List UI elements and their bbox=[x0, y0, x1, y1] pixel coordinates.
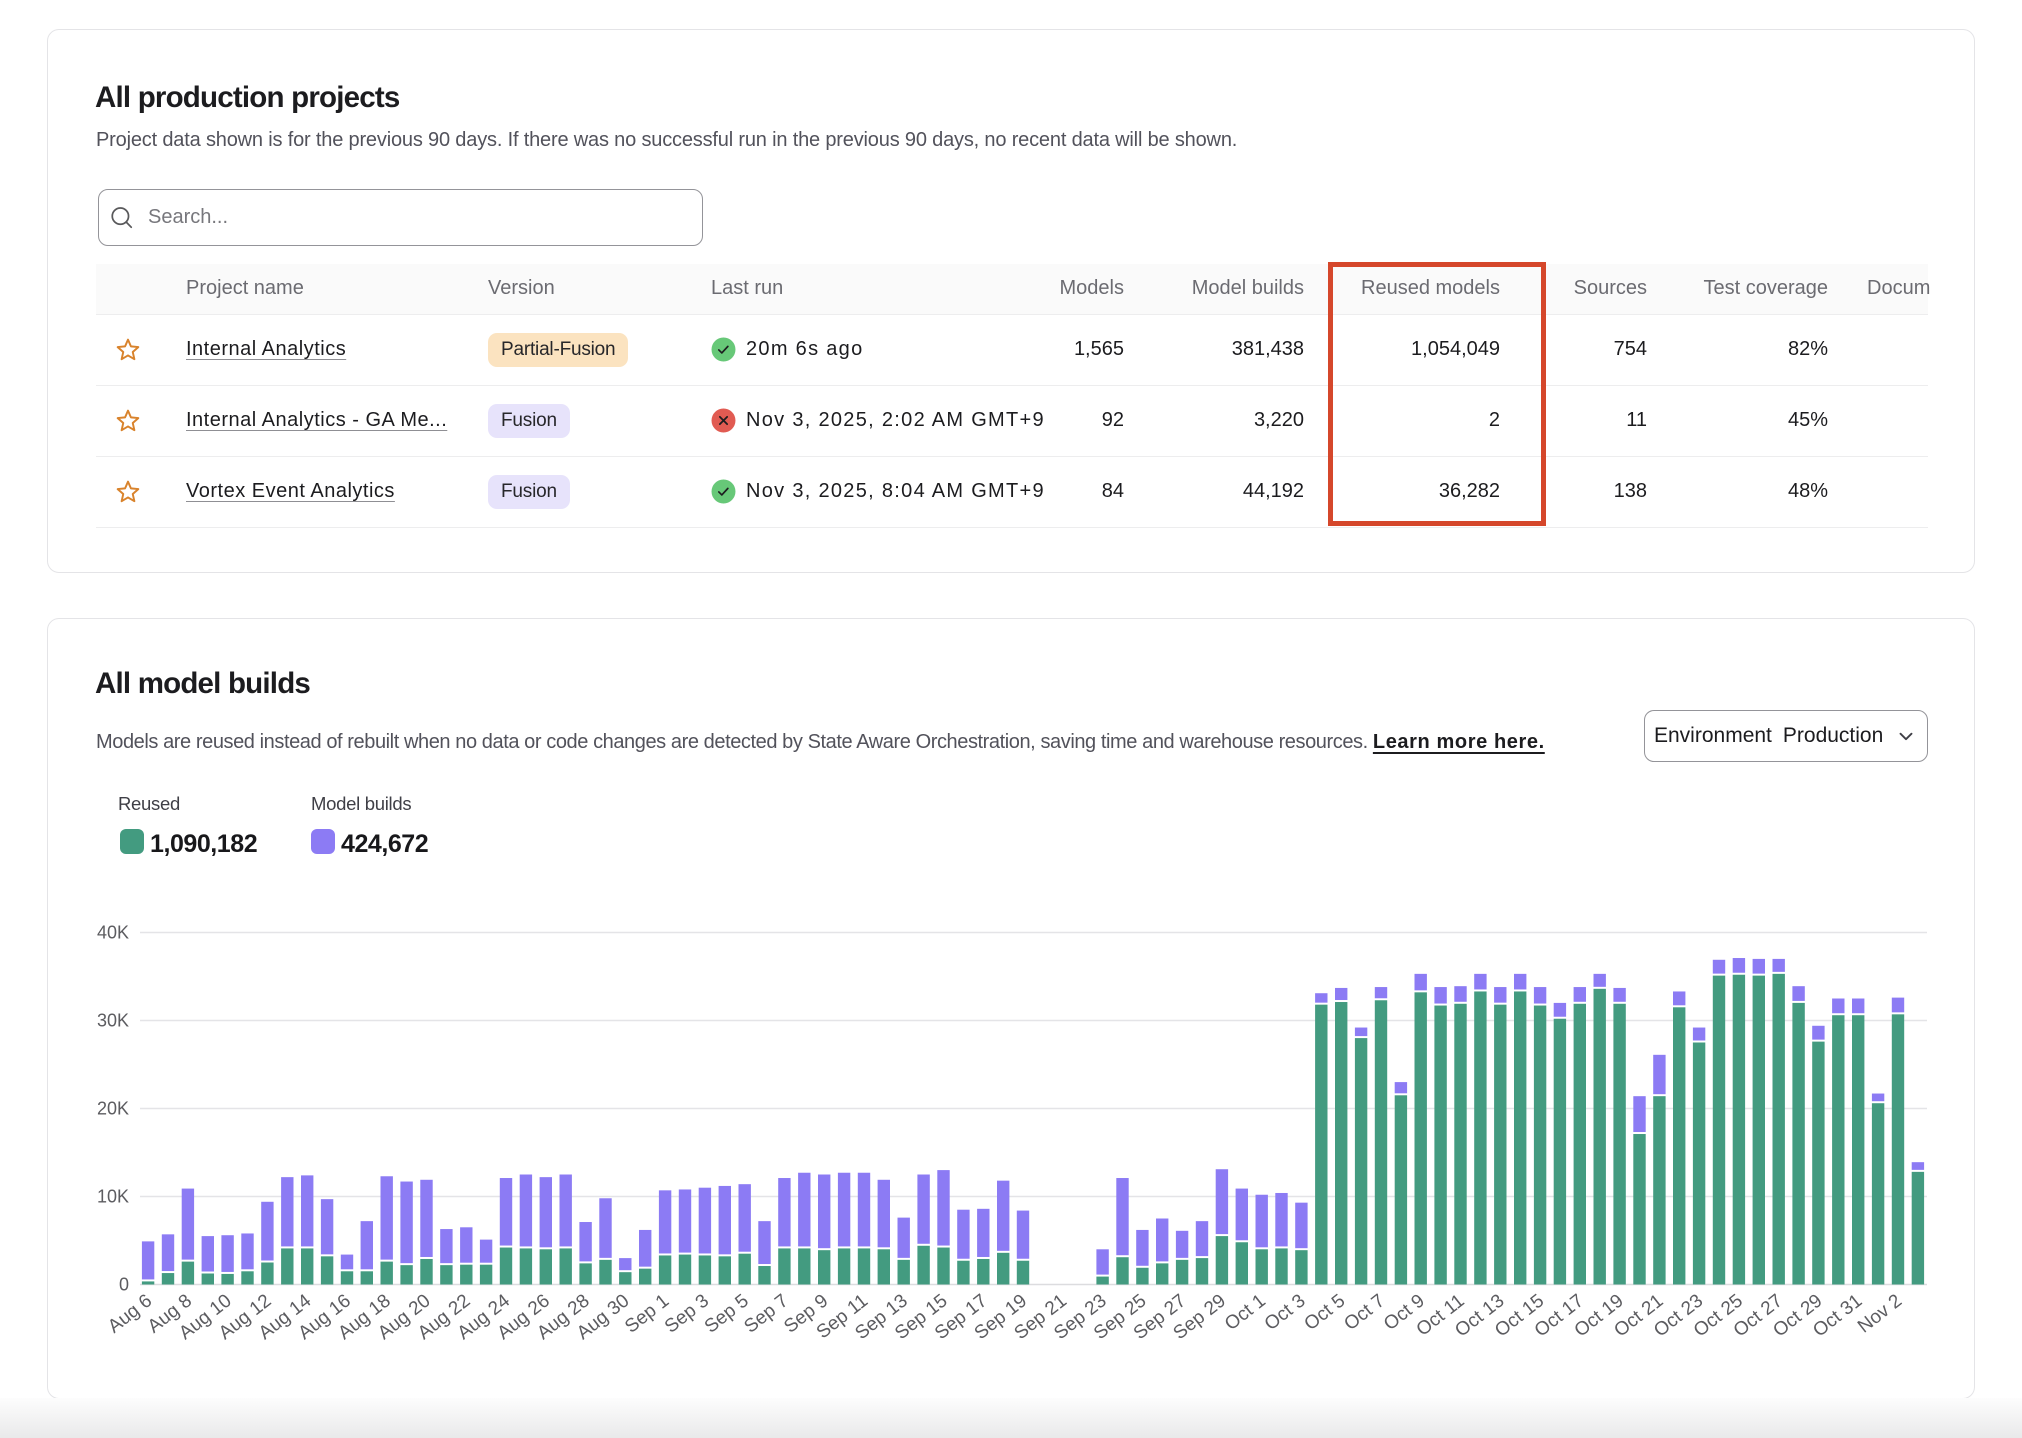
svg-text:20K: 20K bbox=[97, 1099, 129, 1119]
svg-text:Oct 1: Oct 1 bbox=[1221, 1290, 1270, 1335]
svg-text:Sep 5: Sep 5 bbox=[701, 1290, 753, 1337]
svg-text:Aug 6: Aug 6 bbox=[104, 1290, 156, 1337]
svg-text:Oct 5: Oct 5 bbox=[1301, 1290, 1350, 1335]
svg-text:10K: 10K bbox=[97, 1187, 129, 1207]
svg-text:40K: 40K bbox=[97, 923, 129, 943]
svg-text:0: 0 bbox=[119, 1275, 129, 1295]
svg-text:Oct 7: Oct 7 bbox=[1340, 1290, 1389, 1335]
svg-text:Sep 1: Sep 1 bbox=[621, 1290, 673, 1337]
svg-text:30K: 30K bbox=[97, 1011, 129, 1031]
svg-text:Nov 2: Nov 2 bbox=[1854, 1290, 1906, 1337]
svg-text:Sep 7: Sep 7 bbox=[740, 1290, 792, 1337]
svg-text:Oct 3: Oct 3 bbox=[1261, 1290, 1310, 1335]
svg-text:Sep 3: Sep 3 bbox=[661, 1290, 713, 1337]
